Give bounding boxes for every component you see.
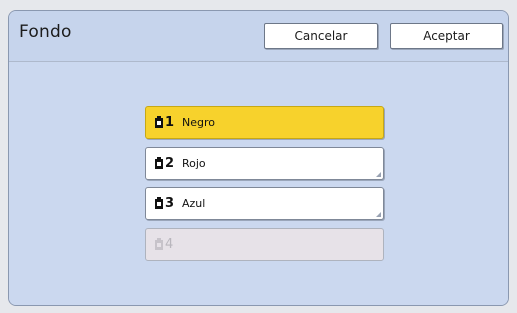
ink-drum-icon — [155, 116, 163, 128]
ink-drum-icon — [155, 157, 163, 169]
drum-number: 1 — [154, 115, 174, 130]
ink-drum-icon — [155, 238, 163, 250]
accept-button[interactable]: Aceptar — [390, 23, 503, 49]
drum-number: 2 — [154, 156, 174, 171]
background-dialog: Fondo Cancelar Aceptar 1 Negro 2 Rojo 3 … — [8, 10, 509, 306]
drum-number-text: 3 — [165, 196, 175, 211]
drum-option-2[interactable]: 2 Rojo — [145, 147, 384, 180]
drum-number: 4 — [154, 237, 173, 252]
drum-number: 3 — [154, 196, 174, 211]
drum-number-text: 4 — [165, 237, 174, 252]
drum-option-3[interactable]: 3 Azul — [145, 187, 384, 220]
dialog-header: Fondo Cancelar Aceptar — [9, 11, 508, 62]
drum-option-4: 4 — [145, 228, 384, 261]
dialog-body: 1 Negro 2 Rojo 3 Azul 4 — [9, 62, 508, 305]
dialog-title: Fondo — [19, 22, 72, 42]
drum-option-1[interactable]: 1 Negro — [145, 106, 384, 139]
cancel-button[interactable]: Cancelar — [264, 23, 378, 49]
drum-number-text: 2 — [165, 156, 175, 171]
resize-corner-icon — [376, 172, 381, 177]
resize-corner-icon — [376, 212, 381, 217]
drum-option-label: Azul — [182, 197, 206, 210]
drum-number-text: 1 — [165, 115, 175, 130]
screen: Fondo Cancelar Aceptar 1 Negro 2 Rojo 3 … — [0, 0, 517, 313]
ink-drum-icon — [155, 197, 163, 209]
drum-option-label: Negro — [182, 116, 215, 129]
drum-option-label: Rojo — [182, 157, 206, 170]
